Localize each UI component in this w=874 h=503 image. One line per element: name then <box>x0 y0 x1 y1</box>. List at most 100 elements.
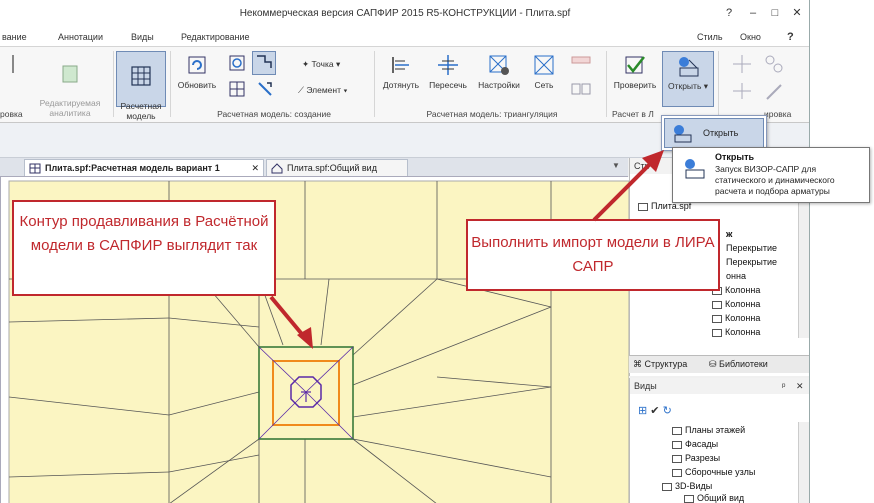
point-label: Точка <box>311 59 334 69</box>
refresh-icon[interactable]: ↻ <box>663 405 672 417</box>
grid-icon <box>534 55 554 75</box>
update-label: Обновить <box>177 80 217 90</box>
tab-general-view-label: Плита.spf:Общий вид <box>287 163 377 173</box>
left-callout: Контур продавливания в Расчётной модели … <box>12 200 276 296</box>
structure-scrollbar[interactable] <box>798 198 809 338</box>
grid-button[interactable]: Сеть <box>526 53 562 90</box>
intersect-icon <box>438 55 458 75</box>
tab-calc-model-label: Плита.spf:Расчетная модель вариант 1 <box>45 163 220 173</box>
views-tree-item[interactable]: 3D-Виды <box>662 480 712 492</box>
model-tab-icon <box>29 163 41 174</box>
tree-item[interactable]: ж <box>726 228 732 240</box>
menu-construction[interactable]: вание <box>2 27 27 47</box>
mesh-edit-button[interactable] <box>252 51 276 75</box>
tab-general-view[interactable]: Плита.spf:Общий вид <box>266 159 408 176</box>
update-button[interactable]: Обновить <box>174 53 220 90</box>
menu-views[interactable]: Виды <box>131 27 154 47</box>
pin-icon[interactable]: ᵖ <box>782 378 785 394</box>
add-view-icon[interactable]: ⊞ <box>638 405 647 417</box>
menu-annotations[interactable]: Аннотации <box>58 27 103 47</box>
tree-item[interactable]: Перекрытие <box>726 242 777 254</box>
document-tabs: Плита.spf:Расчетная модель вариант 1 ✕ П… <box>0 158 628 176</box>
views-panel: Виды ᵖ ✕ ⊞ ✔ ↻ Планы этажей Фасады Разре… <box>629 378 809 503</box>
mesh-small-icon <box>229 81 245 97</box>
views-scrollbar[interactable] <box>798 422 809 503</box>
tree-item[interactable]: Колонна <box>712 298 760 310</box>
arrow-tool-button[interactable] <box>254 79 276 101</box>
panel-tabs: ⌘ Структура ⛁ Библиотеки <box>629 355 809 373</box>
tab-calc-model[interactable]: Плита.spf:Расчетная модель вариант 1 ✕ <box>24 159 264 176</box>
views-tree-item[interactable]: Общий вид <box>684 492 744 503</box>
grid-label: Сеть <box>534 80 554 90</box>
settings-button[interactable]: Настройки <box>472 53 526 90</box>
arrow-cursor-icon <box>258 82 272 96</box>
views-close-icon[interactable]: ✕ <box>796 378 804 394</box>
rebar-button[interactable] <box>566 55 596 73</box>
calc-model-icon <box>131 66 151 86</box>
menu-style[interactable]: Стиль <box>697 27 723 47</box>
tab-libraries[interactable]: ⛁ Библиотеки <box>709 359 768 370</box>
tab-close-icon[interactable]: ✕ <box>251 160 259 177</box>
open-tooltip: Открыть Запуск ВИЗОР-САПР для статическо… <box>672 147 870 203</box>
views-toolbar: ⊞ ✔ ↻ <box>638 404 672 417</box>
check-button[interactable]: Проверить <box>610 53 660 90</box>
group-triangulation-label: Расчетная модель: триангуляция <box>426 109 558 119</box>
menu-editing[interactable]: Редактирование <box>181 27 250 47</box>
analytics-icon <box>62 65 78 83</box>
link-icon <box>765 55 783 73</box>
views-tree-item[interactable]: Разрезы <box>672 452 720 464</box>
pencil-icon <box>766 84 782 100</box>
draw-tool-button[interactable] <box>760 81 788 103</box>
open-menu-item-label: Открыть <box>703 128 739 138</box>
element-label: Элемент <box>306 85 341 95</box>
help-icon[interactable]: ? <box>716 0 742 27</box>
intersect-button[interactable]: Пересечь <box>424 53 472 90</box>
cut-tool-button[interactable] <box>2 53 24 78</box>
extend-button[interactable]: Дотянуть <box>378 53 424 90</box>
tooltip-body: Запуск ВИЗОР-САПР для статического и дин… <box>715 164 835 196</box>
tree-item[interactable]: Перекрытие <box>726 256 777 268</box>
window-title: Некоммерческая версия САПФИР 2015 R5-КОН… <box>239 8 571 19</box>
views-panel-title: Виды <box>634 381 657 391</box>
editable-analytics-button[interactable]: Редактируемая аналитика <box>30 53 110 118</box>
layout-button[interactable] <box>566 81 596 99</box>
close-button[interactable]: ✕ <box>784 0 809 27</box>
point-button[interactable]: ✦ Точка ▾ <box>302 57 340 71</box>
extend-label: Дотянуть <box>382 80 420 90</box>
mesh-edit-icon <box>257 55 272 68</box>
move-icon <box>733 55 751 73</box>
calc-model-button[interactable]: Расчетная модель <box>116 51 166 121</box>
settings-label: Настройки <box>478 80 520 90</box>
layout-icon <box>571 83 591 95</box>
open-button[interactable]: Открыть ▾ <box>662 51 714 107</box>
tooltip-title: Открыть <box>715 152 755 162</box>
link-tool-button[interactable] <box>760 53 788 77</box>
house-tab-icon <box>271 163 283 174</box>
mesh-tool-button[interactable] <box>226 53 248 75</box>
tree-item[interactable]: Колонна <box>712 326 760 338</box>
views-tree-item[interactable]: Планы этажей <box>672 424 745 436</box>
intersect-label: Пересечь <box>429 80 467 90</box>
lira-tooltip-icon <box>685 159 705 179</box>
element-button[interactable]: ⟋ Элемент ▾ <box>298 83 348 97</box>
views-tree-item[interactable]: Фасады <box>672 438 718 450</box>
views-panel-header: Виды ᵖ ✕ <box>630 378 809 394</box>
move-tool-button[interactable] <box>728 53 756 77</box>
menu-help[interactable]: ? <box>787 27 794 47</box>
mesh-small-button[interactable] <box>226 79 248 101</box>
views-tree-item[interactable]: Сборочные узлы <box>672 466 755 478</box>
mesh-settings-icon <box>489 55 509 75</box>
title-bar: Некоммерческая версия САПФИР 2015 R5-КОН… <box>0 0 809 27</box>
group-left-cut-label: ровка <box>0 109 23 119</box>
group-calc-label: Расчет в Л <box>612 109 654 119</box>
calc-model-label: Расчетная модель <box>120 101 162 121</box>
tree-item[interactable]: Колонна <box>712 312 760 324</box>
tree-item[interactable]: онна <box>726 270 746 282</box>
tab-structure[interactable]: ⌘ Структура <box>633 359 687 370</box>
editable-analytics-label: Редактируемая аналитика <box>39 98 101 118</box>
apply-check-icon[interactable]: ✔ <box>650 405 659 417</box>
menu-window[interactable]: Окно <box>740 27 761 47</box>
refresh-grid-icon <box>188 56 206 74</box>
align-tool-button[interactable] <box>728 81 756 103</box>
check-model-icon <box>625 56 645 74</box>
